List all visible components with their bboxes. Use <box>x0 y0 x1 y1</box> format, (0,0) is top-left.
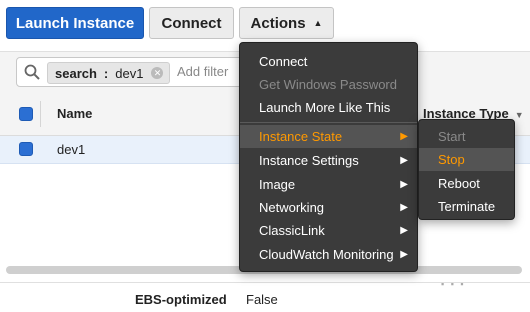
menu-item-classiclink[interactable]: ClassicLink ▶ <box>240 219 417 242</box>
close-icon[interactable]: ✕ <box>151 67 164 79</box>
actions-button[interactable]: Actions ▲ <box>239 7 334 39</box>
menu-item-label: Launch More Like This <box>259 100 391 115</box>
menu-item-instance-state[interactable]: Instance State ▶ <box>240 125 417 148</box>
menu-item-image[interactable]: Image ▶ <box>240 173 417 196</box>
menu-item-launch-more-like-this[interactable]: Launch More Like This <box>240 96 417 119</box>
row-checkbox[interactable] <box>19 142 33 156</box>
actions-menu: Connect Get Windows Password Launch More… <box>239 42 418 272</box>
chevron-right-icon: ▶ <box>400 225 408 236</box>
menu-item-reboot[interactable]: Reboot <box>419 172 514 195</box>
search-icon <box>24 64 40 80</box>
column-divider <box>40 101 41 127</box>
chevron-right-icon: ▶ <box>400 179 408 190</box>
instance-state-submenu: Start Stop Reboot Terminate <box>418 119 515 220</box>
menu-item-label: Get Windows Password <box>259 77 397 92</box>
search-input[interactable]: search : dev1 ✕ Add filter <box>16 57 276 87</box>
menu-item-label: Connect <box>259 54 308 69</box>
menu-separator <box>240 122 417 123</box>
menu-item-label: Terminate <box>438 199 496 214</box>
menu-item-label: CloudWatch Monitoring <box>259 247 394 262</box>
filter-chip-value: dev1 <box>115 65 144 81</box>
menu-item-stop[interactable]: Stop <box>419 148 514 171</box>
menu-item-label: Reboot <box>438 176 480 191</box>
caret-up-icon: ▲ <box>313 18 323 28</box>
select-all-checkbox[interactable] <box>19 107 33 121</box>
chevron-right-icon: ▶ <box>400 155 408 166</box>
menu-item-get-windows-password: Get Windows Password <box>240 73 417 96</box>
chevron-right-icon: ▶ <box>400 202 408 213</box>
chevron-right-icon: ▶ <box>400 249 408 260</box>
menu-item-networking[interactable]: Networking ▶ <box>240 196 417 219</box>
menu-item-label: Stop <box>438 152 465 167</box>
actions-button-label: Actions <box>250 14 306 32</box>
chevron-right-icon: ▶ <box>400 131 408 142</box>
sort-down-icon: ▼ <box>514 110 524 120</box>
menu-item-label: Instance State <box>259 129 343 144</box>
menu-item-label: Instance Settings <box>259 153 359 168</box>
menu-item-instance-settings[interactable]: Instance Settings ▶ <box>240 149 417 172</box>
filter-chip-key: search <box>55 65 97 81</box>
menu-item-start: Start <box>419 125 514 148</box>
filter-chip-separator: : <box>103 65 109 81</box>
menu-item-label: Image <box>259 177 296 192</box>
menu-item-label: Networking <box>259 200 325 215</box>
menu-item-terminate[interactable]: Terminate <box>419 195 514 218</box>
column-header-name[interactable]: Name <box>57 106 92 121</box>
resize-handle-icon[interactable]: ▪ ▪ ▪ <box>441 279 466 289</box>
menu-item-label: Start <box>438 129 466 144</box>
menu-item-connect[interactable]: Connect <box>240 50 417 73</box>
launch-instance-button[interactable]: Launch Instance <box>6 7 144 39</box>
filter-chip[interactable]: search : dev1 ✕ <box>47 62 171 84</box>
ebs-optimized-label: EBS-optimized <box>135 292 227 307</box>
connect-button[interactable]: Connect <box>149 7 234 39</box>
row-name-cell: dev1 <box>57 142 86 157</box>
menu-item-label: ClassicLink <box>259 223 325 238</box>
add-filter-placeholder[interactable]: Add filter <box>177 64 228 79</box>
menu-item-cloudwatch-monitoring[interactable]: CloudWatch Monitoring ▶ <box>240 243 417 266</box>
ebs-optimized-value: False <box>246 292 278 307</box>
